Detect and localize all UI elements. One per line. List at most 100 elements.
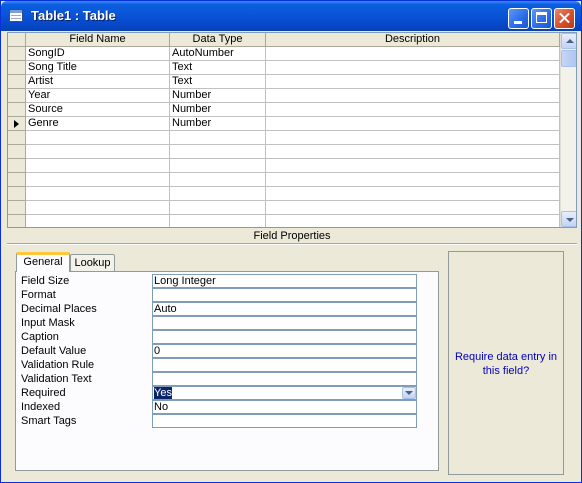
table-row[interactable]: Artist Text xyxy=(8,75,560,89)
description-cell[interactable] xyxy=(266,201,560,215)
row-selector[interactable] xyxy=(8,61,26,75)
field-name-cell[interactable]: SongID xyxy=(26,47,170,61)
property-input[interactable]: Long Integer xyxy=(152,274,417,288)
row-selector[interactable] xyxy=(8,117,26,131)
help-text: Require data entry in this field? xyxy=(454,351,558,377)
data-type-cell[interactable]: Text xyxy=(170,75,266,89)
description-cell[interactable] xyxy=(266,89,560,103)
data-type-cell[interactable] xyxy=(170,131,266,145)
description-cell[interactable] xyxy=(266,61,560,75)
property-input[interactable] xyxy=(152,316,417,330)
description-cell[interactable] xyxy=(266,75,560,89)
field-name-cell[interactable]: Year xyxy=(26,89,170,103)
empty-row[interactable] xyxy=(8,215,560,227)
minimize-button[interactable] xyxy=(508,8,529,29)
description-cell[interactable] xyxy=(266,103,560,117)
property-value: 0 xyxy=(154,345,161,357)
empty-row[interactable] xyxy=(8,201,560,215)
field-name-cell[interactable] xyxy=(26,187,170,201)
field-name-cell[interactable]: Source xyxy=(26,103,170,117)
data-type-cell[interactable] xyxy=(170,173,266,187)
row-selector[interactable] xyxy=(8,103,26,117)
table-row[interactable]: Year Number xyxy=(8,89,560,103)
property-input[interactable] xyxy=(152,330,417,344)
property-input[interactable]: 0 xyxy=(152,344,417,358)
row-selector[interactable] xyxy=(8,215,26,227)
data-type-cell[interactable]: AutoNumber xyxy=(170,47,266,61)
description-cell[interactable] xyxy=(266,187,560,201)
field-name-cell[interactable] xyxy=(26,159,170,173)
field-name-cell[interactable] xyxy=(26,131,170,145)
data-type-cell[interactable] xyxy=(170,159,266,173)
data-type-cell[interactable]: Number xyxy=(170,89,266,103)
divider xyxy=(7,243,577,245)
row-selector[interactable] xyxy=(8,187,26,201)
description-cell[interactable] xyxy=(266,117,560,131)
maximize-button[interactable] xyxy=(531,8,552,29)
scroll-down-button[interactable] xyxy=(561,211,576,227)
property-input[interactable] xyxy=(152,414,417,428)
field-name-cell[interactable] xyxy=(26,201,170,215)
table-row[interactable]: Source Number xyxy=(8,103,560,117)
property-label: Indexed xyxy=(21,401,61,413)
scroll-thumb[interactable] xyxy=(561,50,576,67)
row-selector[interactable] xyxy=(8,159,26,173)
table-icon xyxy=(9,9,23,22)
property-input[interactable]: No xyxy=(152,400,417,414)
description-cell[interactable] xyxy=(266,145,560,159)
chevron-down-icon xyxy=(566,218,574,222)
data-type-cell[interactable]: Number xyxy=(170,103,266,117)
row-selector[interactable] xyxy=(8,145,26,159)
row-selector[interactable] xyxy=(8,131,26,145)
row-selector[interactable] xyxy=(8,201,26,215)
description-cell[interactable] xyxy=(266,159,560,173)
row-selector-header[interactable] xyxy=(8,33,26,47)
description-cell[interactable] xyxy=(266,131,560,145)
scroll-up-button[interactable] xyxy=(561,33,576,49)
empty-row[interactable] xyxy=(8,131,560,145)
property-input[interactable] xyxy=(152,358,417,372)
empty-row[interactable] xyxy=(8,187,560,201)
data-type-cell[interactable] xyxy=(170,215,266,227)
empty-row[interactable] xyxy=(8,145,560,159)
property-input[interactable]: Auto xyxy=(152,302,417,316)
close-button[interactable] xyxy=(554,8,575,29)
row-selector[interactable] xyxy=(8,75,26,89)
title-bar[interactable]: Table1 : Table xyxy=(1,1,581,31)
data-type-cell[interactable]: Number xyxy=(170,117,266,131)
row-selector[interactable] xyxy=(8,47,26,61)
data-type-cell[interactable] xyxy=(170,201,266,215)
table-row[interactable]: Song Title Text xyxy=(8,61,560,75)
table-row[interactable]: SongID AutoNumber xyxy=(8,47,560,61)
column-header-data-type[interactable]: Data Type xyxy=(170,33,266,47)
field-name-cell[interactable] xyxy=(26,215,170,227)
tab-lookup[interactable]: Lookup xyxy=(70,254,115,272)
data-type-cell[interactable] xyxy=(170,187,266,201)
empty-row[interactable] xyxy=(8,173,560,187)
property-input[interactable] xyxy=(152,288,417,302)
field-name-cell[interactable]: Genre xyxy=(26,117,170,131)
description-cell[interactable] xyxy=(266,47,560,61)
table-row[interactable]: Genre Number xyxy=(8,117,560,131)
data-type-cell[interactable] xyxy=(170,145,266,159)
field-name-cell[interactable] xyxy=(26,173,170,187)
field-name-cell[interactable]: Artist xyxy=(26,75,170,89)
empty-row[interactable] xyxy=(8,159,560,173)
property-label: Required xyxy=(21,387,66,399)
property-value: Auto xyxy=(154,303,177,315)
row-selector[interactable] xyxy=(8,173,26,187)
data-type-cell[interactable]: Text xyxy=(170,61,266,75)
tab-general[interactable]: General xyxy=(16,252,70,272)
description-cell[interactable] xyxy=(266,173,560,187)
property-label: Validation Text xyxy=(21,373,92,385)
field-name-cell[interactable]: Song Title xyxy=(26,61,170,75)
property-input[interactable] xyxy=(152,372,417,386)
dropdown-button[interactable] xyxy=(402,387,416,399)
vertical-scrollbar[interactable] xyxy=(560,33,576,227)
property-select[interactable]: Yes xyxy=(152,386,417,400)
field-name-cell[interactable] xyxy=(26,145,170,159)
column-header-description[interactable]: Description xyxy=(266,33,560,47)
column-header-field-name[interactable]: Field Name xyxy=(26,33,170,47)
description-cell[interactable] xyxy=(266,215,560,227)
row-selector[interactable] xyxy=(8,89,26,103)
